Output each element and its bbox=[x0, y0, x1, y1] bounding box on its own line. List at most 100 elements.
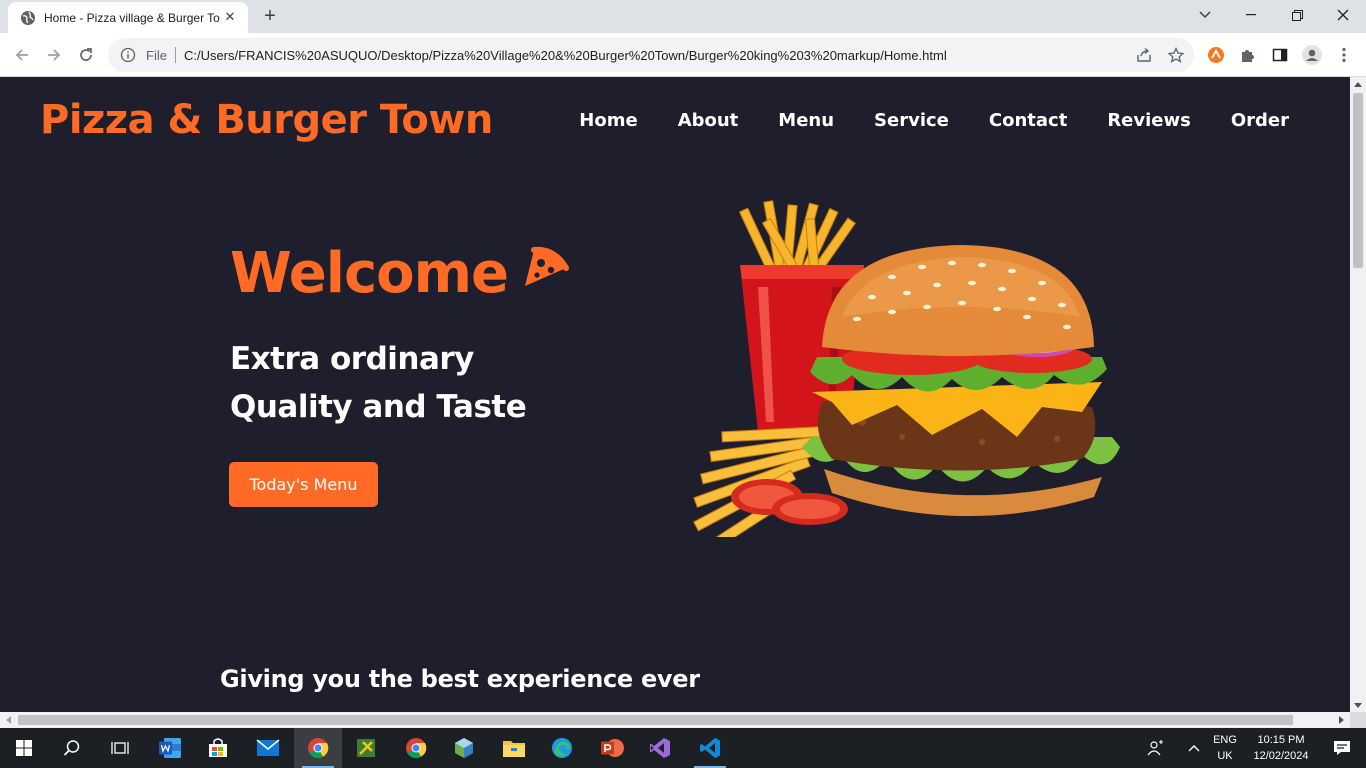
scroll-right-icon[interactable] bbox=[1339, 716, 1345, 724]
new-tab-button[interactable]: + bbox=[258, 6, 282, 28]
restore-button[interactable] bbox=[1274, 0, 1320, 30]
taskbar-search-button[interactable] bbox=[48, 728, 96, 768]
taskbar-box-app[interactable] bbox=[440, 728, 488, 768]
file-explorer-icon bbox=[503, 741, 525, 757]
tool-icon bbox=[357, 739, 375, 757]
close-icon bbox=[1337, 9, 1349, 21]
task-view-button[interactable] bbox=[96, 728, 144, 768]
hero-tagline: Extra ordinary Quality and Taste bbox=[230, 335, 527, 431]
people-button[interactable] bbox=[1136, 728, 1176, 768]
profile-button[interactable] bbox=[1302, 45, 1322, 65]
main-nav: Home About Menu Service Contact Reviews … bbox=[579, 110, 1289, 131]
extensions-button[interactable] bbox=[1238, 45, 1258, 65]
nav-reviews[interactable]: Reviews bbox=[1107, 110, 1191, 131]
tab-title: Home - Pizza village & Burger To bbox=[44, 10, 220, 25]
browser-tab[interactable]: Home - Pizza village & Burger To ✕ bbox=[8, 2, 248, 33]
taskbar-file-explorer[interactable] bbox=[490, 728, 538, 768]
taskbar-tool[interactable] bbox=[342, 728, 390, 768]
side-panel-button[interactable] bbox=[1270, 45, 1290, 65]
share-button[interactable] bbox=[1134, 45, 1154, 65]
url-text[interactable]: C:/Users/FRANCIS%20ASUQUO/Desktop/Pizza%… bbox=[184, 48, 947, 63]
taskbar-vscode[interactable] bbox=[686, 728, 734, 768]
close-tab-icon[interactable]: ✕ bbox=[222, 10, 238, 26]
minimize-button[interactable] bbox=[1228, 0, 1274, 30]
taskbar-visual-studio[interactable] bbox=[636, 728, 684, 768]
address-bar[interactable]: File C:/Users/FRANCIS%20ASUQUO/Desktop/P… bbox=[108, 38, 1194, 72]
share-icon bbox=[1137, 47, 1151, 62]
nav-order[interactable]: Order bbox=[1231, 110, 1289, 131]
extension-logo-icon bbox=[1208, 47, 1224, 63]
windows-taskbar: ENG UK 10:15 PM 12/02/2024 bbox=[0, 728, 1366, 768]
minimize-icon bbox=[1246, 14, 1256, 16]
scroll-up-icon[interactable] bbox=[1354, 81, 1362, 87]
scroll-down-icon[interactable] bbox=[1354, 703, 1362, 709]
section-subheading: Giving you the best experience ever bbox=[220, 665, 700, 693]
horizontal-scrollbar[interactable] bbox=[0, 712, 1350, 728]
extension-orange-button[interactable] bbox=[1206, 45, 1226, 65]
pizza-slice-icon bbox=[525, 246, 569, 286]
reload-icon bbox=[80, 48, 92, 61]
taskbar-powerpoint[interactable] bbox=[588, 728, 636, 768]
start-icon bbox=[16, 740, 32, 756]
scroll-left-icon[interactable] bbox=[5, 716, 11, 724]
vertical-scrollbar[interactable] bbox=[1350, 77, 1366, 713]
nav-contact[interactable]: Contact bbox=[989, 110, 1067, 131]
language-code: ENG bbox=[1213, 734, 1237, 746]
reload-button[interactable] bbox=[74, 43, 98, 67]
task-view-icon bbox=[111, 742, 129, 754]
keyboard-region: UK bbox=[1217, 750, 1233, 762]
taskbar-chrome[interactable] bbox=[392, 728, 440, 768]
arrow-left-icon bbox=[15, 49, 28, 61]
hero-welcome-heading: Welcome bbox=[230, 241, 509, 306]
visual-studio-icon bbox=[650, 738, 670, 758]
clock[interactable]: 10:15 PM 12/02/2024 bbox=[1246, 732, 1316, 764]
more-vertical-icon bbox=[1342, 47, 1346, 63]
taskbar-chrome-active[interactable] bbox=[294, 728, 342, 768]
back-button[interactable] bbox=[10, 43, 34, 67]
edge-icon bbox=[552, 738, 572, 758]
nav-about[interactable]: About bbox=[678, 110, 739, 131]
avatar-icon bbox=[1302, 45, 1322, 65]
language-indicator[interactable]: ENG UK bbox=[1206, 732, 1244, 764]
tagline-line-1: Extra ordinary bbox=[230, 341, 474, 377]
puzzle-icon bbox=[1242, 50, 1254, 62]
file-scheme-label: File bbox=[146, 47, 167, 63]
clock-time: 10:15 PM bbox=[1257, 734, 1305, 746]
arrow-right-icon bbox=[48, 49, 61, 61]
restore-icon bbox=[1291, 9, 1303, 21]
start-button[interactable] bbox=[0, 728, 48, 768]
nav-home[interactable]: Home bbox=[579, 110, 637, 131]
search-icon bbox=[63, 740, 80, 756]
taskbar-mail[interactable] bbox=[244, 728, 292, 768]
side-panel-icon bbox=[1272, 48, 1288, 62]
todays-menu-button[interactable]: Today's Menu bbox=[229, 462, 378, 507]
taskbar-store[interactable] bbox=[194, 728, 242, 768]
box-icon bbox=[455, 738, 473, 758]
clock-date: 12/02/2024 bbox=[1253, 750, 1309, 762]
powerpoint-icon bbox=[601, 739, 624, 757]
word-icon bbox=[159, 738, 181, 758]
tab-search-button[interactable] bbox=[1182, 0, 1228, 30]
site-logo[interactable]: Pizza & Burger Town bbox=[40, 97, 493, 143]
bookmark-button[interactable] bbox=[1166, 45, 1186, 65]
browser-tab-strip: Home - Pizza village & Burger To ✕ + bbox=[0, 0, 1366, 33]
browser-menu-button[interactable] bbox=[1334, 45, 1354, 65]
globe-icon bbox=[21, 10, 35, 25]
chrome-icon bbox=[406, 738, 427, 759]
horizontal-scroll-thumb[interactable] bbox=[18, 715, 1293, 725]
burger-meal-image bbox=[693, 200, 1120, 537]
close-window-button[interactable] bbox=[1320, 0, 1366, 30]
browser-toolbar: File C:/Users/FRANCIS%20ASUQUO/Desktop/P… bbox=[0, 33, 1366, 77]
action-center-button[interactable] bbox=[1318, 728, 1366, 768]
chevron-down-icon bbox=[1199, 11, 1211, 19]
nav-menu[interactable]: Menu bbox=[778, 110, 834, 131]
info-icon[interactable] bbox=[120, 47, 136, 63]
store-icon bbox=[209, 738, 227, 757]
scrollbar-corner bbox=[1350, 712, 1366, 728]
chevron-up-icon bbox=[1188, 745, 1200, 752]
vertical-scroll-thumb[interactable] bbox=[1353, 93, 1363, 268]
taskbar-word[interactable] bbox=[146, 728, 194, 768]
taskbar-edge[interactable] bbox=[538, 728, 586, 768]
nav-service[interactable]: Service bbox=[874, 110, 949, 131]
forward-button[interactable] bbox=[42, 43, 66, 67]
